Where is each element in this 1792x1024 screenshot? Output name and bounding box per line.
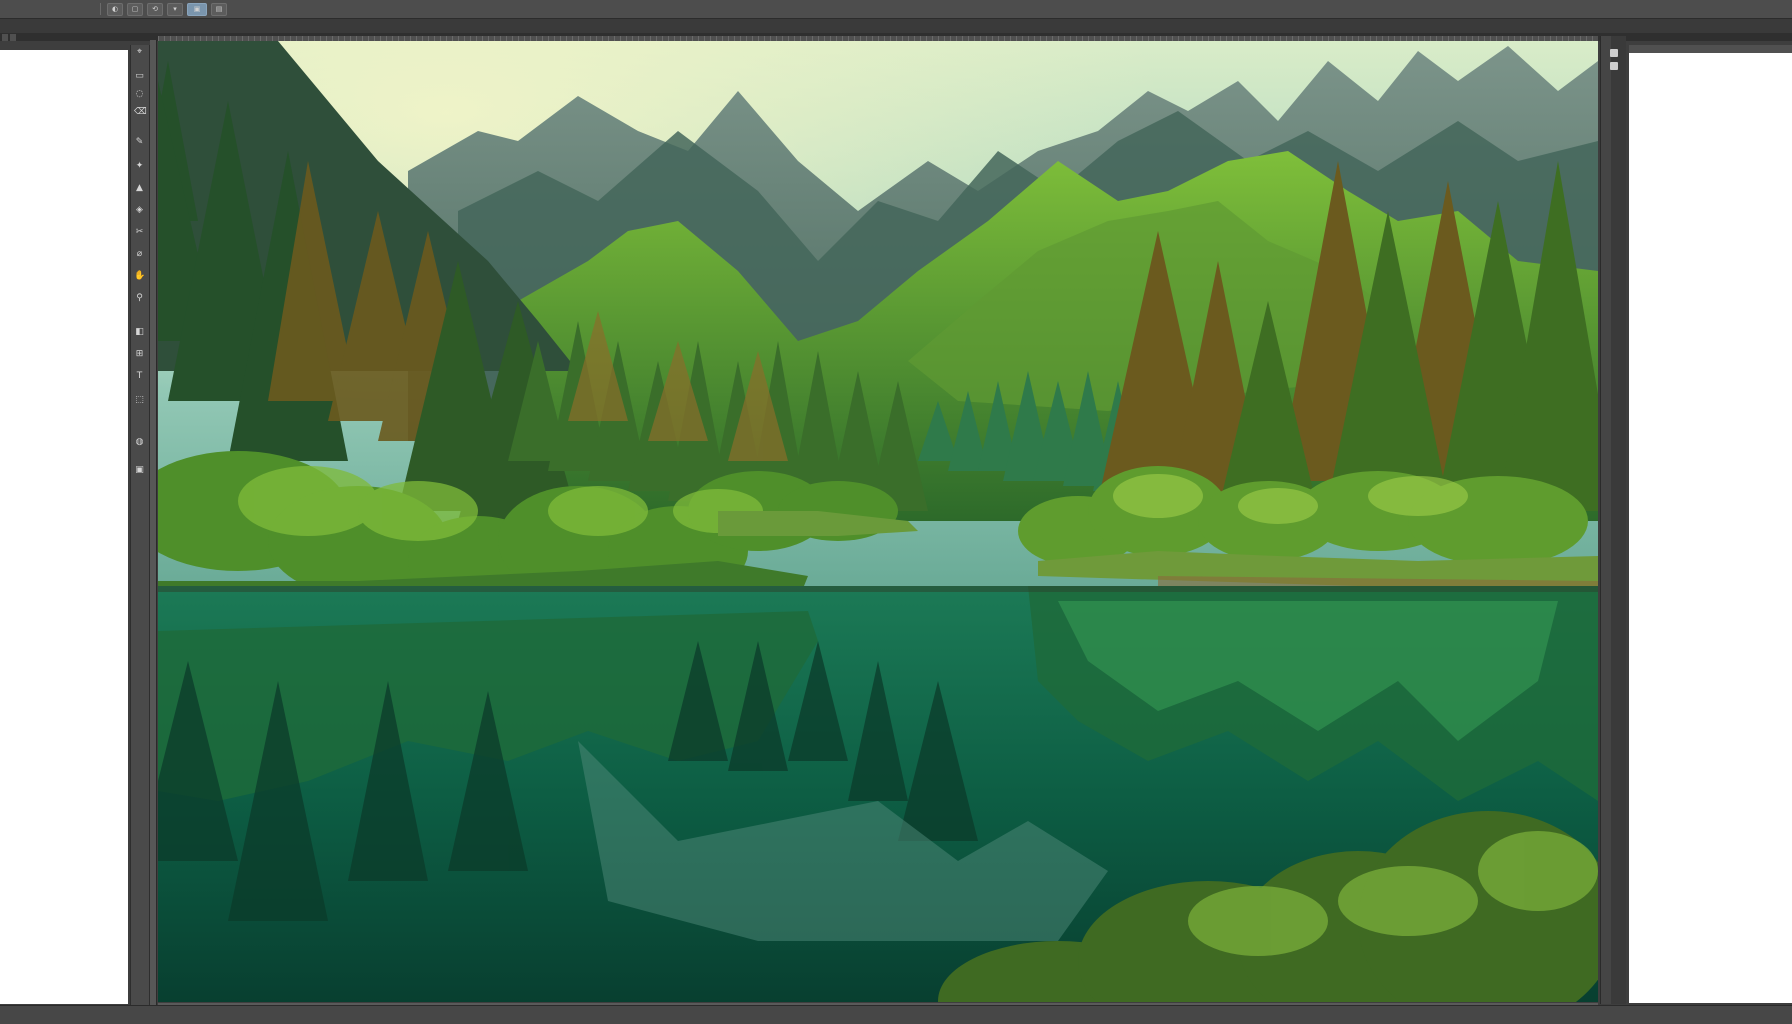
document-tab-2[interactable]	[10, 33, 16, 41]
panel-options-icon[interactable]	[1610, 62, 1618, 70]
right-panel-header[interactable]	[1629, 45, 1792, 53]
vertical-ruler	[150, 40, 157, 1008]
magic-wand-tool-icon[interactable]: ✦	[134, 161, 145, 172]
toolbar-button-2[interactable]: ▢	[127, 2, 143, 16]
menu-bar: ◐ ▢ ⟲ ▾ ▣ ▤	[0, 0, 1792, 19]
document-canvas[interactable]	[158, 41, 1598, 1002]
photo-editor-window: ◐ ▢ ⟲ ▾ ▣ ▤ ⌖ ▭ ◌ ⌫ ✎ ✦ ▲ ◈ ✂ ⌀ ✋ ⚲ ◧ ⊞	[0, 0, 1792, 1024]
vertical-scrollbar[interactable]	[1600, 36, 1611, 1004]
toolbar-button-3[interactable]: ⟲	[147, 2, 163, 16]
toolbar-button-4[interactable]: ▾	[167, 2, 183, 16]
tools-panel: ⌖ ▭ ◌ ⌫ ✎ ✦ ▲ ◈ ✂ ⌀ ✋ ⚲ ◧ ⊞ T ⬚ ◍ ▣	[130, 45, 150, 1005]
zoom-tool-icon[interactable]: ⚲	[134, 293, 145, 304]
panel-dock	[1603, 44, 1625, 84]
blur-tool-icon[interactable]: ◍	[134, 437, 145, 448]
crop-tool-icon[interactable]: ✂	[134, 227, 145, 238]
status-bar	[0, 1005, 1792, 1024]
gradient-tool-icon[interactable]: ◧	[134, 327, 145, 338]
type-tool-icon[interactable]: T	[134, 371, 145, 382]
options-bar	[0, 19, 1792, 34]
hand-tool-icon[interactable]: ✋	[134, 271, 145, 282]
stamp-tool-icon[interactable]: ◈	[134, 205, 145, 216]
eraser-tool-icon[interactable]: ⌫	[134, 107, 147, 118]
toolbar-button-6[interactable]: ▤	[211, 2, 227, 16]
brush-tool-icon[interactable]: ✎	[134, 137, 145, 148]
sharpen-tool-icon[interactable]: ▲	[134, 183, 145, 194]
shape-tool-icon[interactable]: ⬚	[134, 395, 145, 406]
quick-mask-icon[interactable]: ▣	[134, 465, 145, 476]
marquee-tool-icon[interactable]: ▭	[134, 71, 145, 82]
panel-dock-gutter	[1611, 36, 1626, 1004]
right-panel	[1629, 53, 1792, 1003]
left-panel	[0, 50, 128, 1004]
toolbar-button-5[interactable]: ▣	[187, 2, 207, 16]
move-tool-icon[interactable]: ⌖	[134, 47, 145, 58]
dodge-tool-icon[interactable]: ⌀	[134, 249, 145, 260]
lasso-tool-icon[interactable]: ◌	[134, 89, 145, 100]
toolbar-button-1[interactable]: ◐	[107, 2, 123, 16]
panel-toggle-icon[interactable]	[1610, 49, 1618, 57]
menu-separator	[100, 3, 101, 15]
grid-tool-icon[interactable]: ⊞	[134, 349, 145, 360]
document-tab-1[interactable]	[2, 33, 8, 41]
landscape-image	[158, 41, 1598, 1002]
